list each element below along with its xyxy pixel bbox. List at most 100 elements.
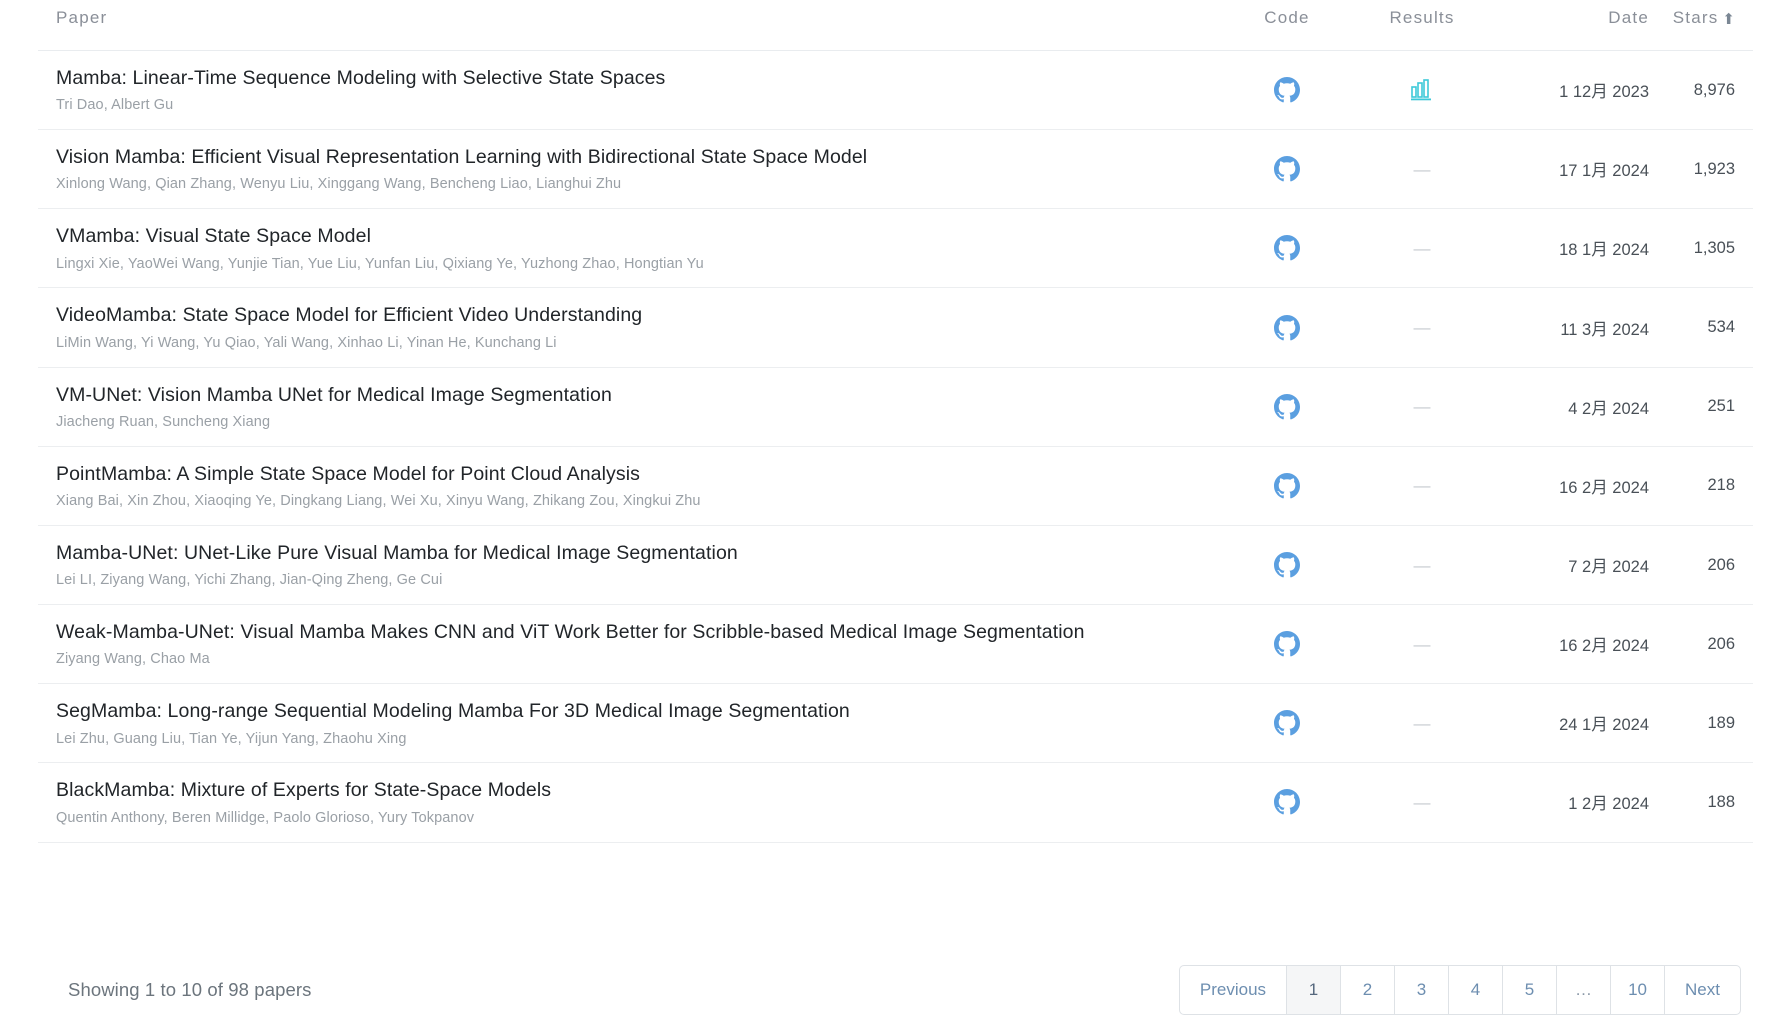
papers-table-page: Paper Code Results Date Stars ⬆ Mamba: Li…	[0, 0, 1789, 1033]
paper-authors: Lingxi Xie, YaoWei Wang, Yunjie Tian, Yu…	[56, 255, 704, 272]
stars-cell: 1,305	[1693, 238, 1735, 257]
github-icon[interactable]	[1274, 393, 1300, 420]
code-cell[interactable]	[1227, 631, 1347, 657]
paper-cell: SegMamba: Long-range Sequential Modeling…	[38, 684, 1227, 762]
results-cell[interactable]: —	[1347, 319, 1497, 336]
date-cell: 1 12月 2023	[1559, 83, 1649, 102]
github-icon[interactable]	[1274, 789, 1300, 815]
code-cell[interactable]	[1227, 472, 1347, 499]
pagination-page-1[interactable]: 1	[1286, 965, 1341, 1015]
github-icon[interactable]	[1274, 156, 1300, 182]
paper-title-link[interactable]: BlackMamba: Mixture of Experts for State…	[56, 777, 1215, 803]
table-row[interactable]: VMamba: Visual State Space Model Lingxi X…	[38, 209, 1753, 289]
paper-title-link[interactable]: Mamba-UNet: UNet-Like Pure Visual Mamba …	[56, 540, 1215, 566]
table-row[interactable]: SegMamba: Long-range Sequential Modeling…	[38, 684, 1753, 764]
github-icon[interactable]	[1274, 235, 1300, 261]
column-header-paper[interactable]: Paper	[38, 8, 1227, 28]
code-cell[interactable]	[1227, 393, 1347, 420]
github-icon[interactable]	[1274, 710, 1300, 736]
paper-title-link[interactable]: Weak-Mamba-UNet: Visual Mamba Makes CNN …	[56, 619, 1215, 645]
code-cell[interactable]	[1227, 789, 1347, 815]
pagination-previous[interactable]: Previous	[1178, 965, 1287, 1015]
paper-cell: Mamba-UNet: UNet-Like Pure Visual Mamba …	[38, 526, 1227, 604]
table-row[interactable]: Mamba-UNet: UNet-Like Pure Visual Mamba …	[38, 526, 1753, 606]
column-header-results[interactable]: Results	[1347, 8, 1497, 28]
results-cell[interactable]: —	[1347, 240, 1497, 257]
stars-cell: 1,923	[1693, 159, 1735, 178]
table-body: Mamba: Linear-Time Sequence Modeling wit…	[38, 51, 1753, 843]
results-empty-dash: —	[1413, 634, 1431, 654]
date-cell: 17 1月 2024	[1559, 162, 1649, 181]
pagination-page-10[interactable]: 10	[1610, 965, 1665, 1015]
github-icon[interactable]	[1274, 552, 1300, 578]
stars-cell: 251	[1707, 397, 1735, 416]
paper-title-link[interactable]: PointMamba: A Simple State Space Model f…	[56, 461, 1215, 487]
date-cell: 18 1月 2024	[1559, 241, 1649, 260]
sort-ascending-icon: ⬆	[1722, 11, 1735, 28]
pagination-page-4[interactable]: 4	[1448, 965, 1503, 1015]
table-row[interactable]: VideoMamba: State Space Model for Effici…	[38, 288, 1753, 368]
paper-authors: Lei Zhu, Guang Liu, Tian Ye, Yijun Yang,…	[56, 730, 407, 747]
paper-title-link[interactable]: VMamba: Visual State Space Model	[56, 223, 1215, 249]
bar-chart-icon[interactable]	[1410, 78, 1434, 102]
pagination[interactable]: Previous 1 2 3 4 5… 10 Next	[1178, 965, 1741, 1015]
paper-title-link[interactable]: SegMamba: Long-range Sequential Modeling…	[56, 698, 1215, 724]
table-row[interactable]: Vision Mamba: Efficient Visual Represent…	[38, 130, 1753, 210]
github-icon[interactable]	[1274, 314, 1300, 341]
code-cell[interactable]	[1227, 77, 1347, 103]
column-header-stars[interactable]: Stars ⬆	[1657, 8, 1753, 28]
pagination-page-5[interactable]: 5	[1502, 965, 1557, 1015]
pagination-ellipsis[interactable]: …	[1556, 965, 1611, 1015]
results-empty-dash: —	[1413, 555, 1431, 575]
paper-authors: Xiang Bai, Xin Zhou, Xiaoqing Ye, Dingka…	[56, 493, 701, 510]
table-row[interactable]: PointMamba: A Simple State Space Model f…	[38, 447, 1753, 526]
stars-cell: 206	[1707, 634, 1735, 653]
stars-cell: 218	[1707, 476, 1735, 495]
table-row[interactable]: Mamba: Linear-Time Sequence Modeling wit…	[38, 51, 1753, 131]
pagination-page-2[interactable]: 2	[1340, 965, 1395, 1015]
table-row[interactable]: VM-UNet: Vision Mamba UNet for Medical I…	[38, 368, 1753, 447]
results-cell[interactable]: —	[1347, 794, 1497, 811]
results-empty-dash: —	[1413, 397, 1431, 417]
code-cell[interactable]	[1227, 552, 1347, 578]
stars-cell: 206	[1707, 555, 1735, 574]
results-cell[interactable]: —	[1347, 398, 1497, 415]
results-cell[interactable]	[1347, 78, 1497, 102]
paper-cell: VideoMamba: State Space Model for Effici…	[38, 288, 1227, 366]
results-cell[interactable]: —	[1347, 477, 1497, 494]
results-empty-dash: —	[1413, 238, 1431, 258]
table-footer: Showing 1 to 10 of 98 papers Previous 1 2 3…	[38, 965, 1753, 1015]
paper-authors: Lei LI, Ziyang Wang, Yichi Zhang, Jian-Q…	[56, 572, 443, 589]
code-cell[interactable]	[1227, 156, 1347, 182]
code-cell[interactable]	[1227, 235, 1347, 261]
github-icon[interactable]	[1274, 472, 1300, 499]
table-header-row: Paper Code Results Date Stars ⬆	[38, 0, 1753, 51]
paper-cell: Weak-Mamba-UNet: Visual Mamba Makes CNN …	[38, 605, 1227, 683]
column-header-code[interactable]: Code	[1227, 8, 1347, 28]
pagination-next[interactable]: Next	[1664, 965, 1741, 1015]
paper-title-link[interactable]: VM-UNet: Vision Mamba UNet for Medical I…	[56, 382, 1215, 408]
paper-cell: Vision Mamba: Efficient Visual Represent…	[38, 130, 1227, 208]
results-cell[interactable]: —	[1347, 715, 1497, 732]
github-icon[interactable]	[1274, 77, 1300, 103]
date-cell: 7 2月 2024	[1568, 558, 1649, 577]
paper-title-link[interactable]: Mamba: Linear-Time Sequence Modeling wit…	[56, 65, 1215, 91]
pagination-page-3[interactable]: 3	[1394, 965, 1449, 1015]
paper-title-link[interactable]: VideoMamba: State Space Model for Effici…	[56, 302, 1215, 328]
github-icon[interactable]	[1274, 631, 1300, 657]
showing-count-label: Showing 1 to 10 of 98 papers	[68, 979, 312, 1000]
table-row[interactable]: Weak-Mamba-UNet: Visual Mamba Makes CNN …	[38, 605, 1753, 685]
code-cell[interactable]	[1227, 710, 1347, 736]
table-row[interactable]: BlackMamba: Mixture of Experts for State…	[38, 763, 1753, 843]
results-cell[interactable]: —	[1347, 161, 1497, 178]
code-cell[interactable]	[1227, 314, 1347, 341]
results-cell[interactable]: —	[1347, 636, 1497, 653]
results-empty-dash: —	[1413, 159, 1431, 179]
column-header-stars-label: Stars	[1672, 8, 1719, 27]
paper-title-link[interactable]: Vision Mamba: Efficient Visual Represent…	[56, 144, 1215, 170]
results-cell[interactable]: —	[1347, 557, 1497, 574]
paper-cell: VMamba: Visual State Space Model Lingxi X…	[38, 209, 1227, 287]
column-header-date[interactable]: Date	[1497, 8, 1657, 28]
paper-authors: Xinlong Wang, Qian Zhang, Wenyu Liu, Xin…	[56, 176, 622, 193]
paper-authors: Jiacheng Ruan, Suncheng Xiang	[56, 413, 271, 430]
